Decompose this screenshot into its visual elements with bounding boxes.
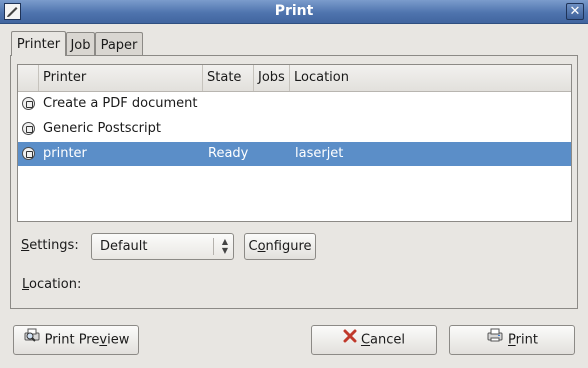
configure-button[interactable]: Configure <box>244 233 316 260</box>
printer-list-header: Printer State Jobs Location <box>18 65 571 92</box>
column-header-state[interactable]: State <box>203 65 254 91</box>
updown-arrows-icon: ▲ ▼ <box>221 237 228 255</box>
tab-job[interactable]: Job <box>66 32 95 56</box>
printer-name: Generic Postscript <box>43 121 161 136</box>
printer-state: Ready <box>208 146 249 161</box>
print-button[interactable]: Print <box>449 325 575 355</box>
close-icon: ✕ <box>569 4 581 19</box>
cancel-button[interactable]: Cancel <box>311 325 437 355</box>
window-title: Print <box>274 3 314 19</box>
printer-row[interactable]: Generic Postscript <box>18 117 571 141</box>
printer-tab-panel: Printer State Jobs Location Create a PDF… <box>10 55 578 309</box>
printer-icon <box>22 97 35 110</box>
tab-paper[interactable]: Paper <box>95 32 143 56</box>
close-button[interactable]: ✕ <box>566 3 584 20</box>
tab-printer[interactable]: Printer <box>11 31 66 56</box>
location-label: Location: <box>22 277 82 292</box>
printer-row[interactable]: Create a PDF document <box>18 92 571 116</box>
cancel-x-icon <box>343 326 357 354</box>
print-preview-button[interactable]: Print Preview <box>13 325 139 355</box>
column-header-icon[interactable] <box>18 65 39 91</box>
printer-name: printer <box>43 146 87 161</box>
column-header-jobs[interactable]: Jobs <box>254 65 290 91</box>
combo-separator <box>213 238 214 255</box>
printer-icon <box>486 326 504 354</box>
printer-name: Create a PDF document <box>43 96 198 111</box>
column-header-location[interactable]: Location <box>290 65 571 91</box>
printer-location: laserjet <box>295 146 344 161</box>
printer-row-selected[interactable]: printer Ready laserjet <box>18 142 571 166</box>
settings-label: Settings: <box>21 238 79 253</box>
printer-icon <box>22 147 35 160</box>
printer-icon <box>22 122 35 135</box>
column-header-printer[interactable]: Printer <box>39 65 203 91</box>
printer-list[interactable]: Printer State Jobs Location Create a PDF… <box>17 64 572 222</box>
settings-combo-value: Default <box>100 239 148 254</box>
print-preview-icon <box>23 326 41 354</box>
title-bar: Print ✕ <box>0 0 588 24</box>
settings-combo[interactable]: Default ▲ ▼ <box>91 233 234 260</box>
